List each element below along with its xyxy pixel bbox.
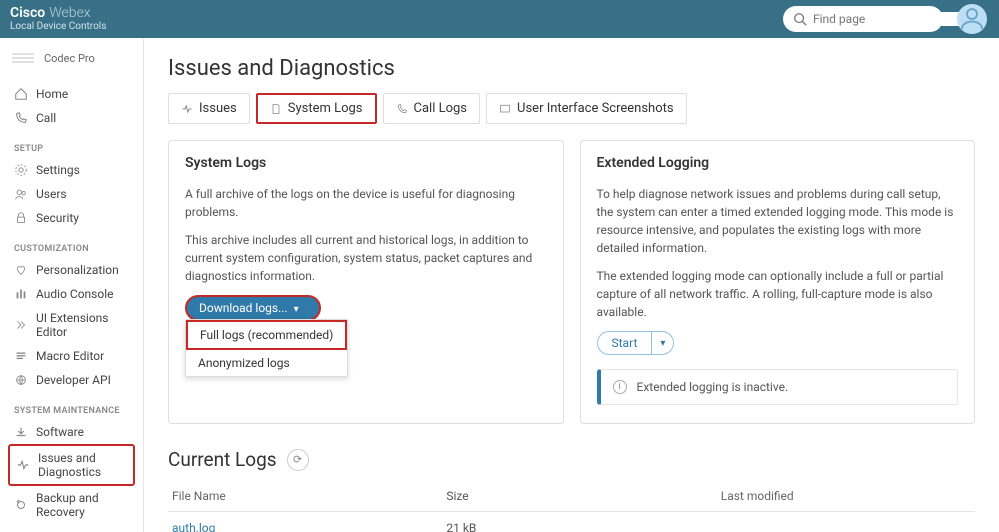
table-header-size: Size — [442, 481, 716, 512]
sidebar-item-label: Audio Console — [36, 287, 113, 301]
software-icon — [14, 425, 28, 439]
logs-table: File Name Size Last modified auth.log 21… — [168, 481, 975, 532]
avatar[interactable] — [957, 4, 987, 34]
brand-block: Cisco Webex Local Device Controls — [10, 6, 106, 32]
card-text: This archive includes all current and hi… — [185, 231, 547, 285]
diagnostics-icon — [16, 458, 30, 472]
call-log-icon — [396, 103, 408, 115]
sidebar-item-users[interactable]: Users — [8, 182, 135, 206]
search-box[interactable]: ? — [783, 6, 943, 32]
log-modified — [717, 512, 975, 532]
table-header-filename: File Name — [168, 481, 442, 512]
search-icon — [793, 12, 807, 26]
sidebar-item-home[interactable]: Home — [8, 82, 135, 106]
tab-label: Issues — [199, 101, 237, 116]
sidebar-item-label: Developer API — [36, 373, 111, 387]
brand-sub: Webex — [49, 6, 90, 21]
sidebar-heading-maintenance: SYSTEM MAINTENANCE — [14, 406, 135, 416]
dropdown-option-full-logs[interactable]: Full logs (recommended) — [186, 320, 347, 350]
system-logs-card: System Logs A full archive of the logs o… — [168, 140, 564, 424]
card-text: The extended logging mode can optionally… — [597, 267, 959, 321]
brand-main: Cisco — [10, 6, 45, 21]
card-text: To help diagnose network issues and prob… — [597, 185, 959, 257]
sidebar-item-label: Home — [36, 87, 68, 101]
status-banner: i Extended logging is inactive. — [597, 369, 959, 405]
tab-issues[interactable]: Issues — [168, 93, 250, 124]
sidebar-item-label: Issues and Diagnostics — [38, 451, 127, 479]
users-icon — [14, 187, 28, 201]
sidebar-item-label: Users — [36, 187, 67, 201]
tab-label: Call Logs — [414, 101, 468, 116]
device-name: Codec Pro — [44, 52, 95, 65]
gear-icon — [14, 163, 28, 177]
sidebar-item-label: Macro Editor — [36, 349, 104, 363]
card-title: System Logs — [185, 155, 547, 171]
log-size: 21 kB — [442, 512, 716, 532]
page-title: Issues and Diagnostics — [168, 56, 975, 81]
sidebar-item-label: Backup and Recovery — [36, 491, 129, 519]
sidebar-item-label: Personalization — [36, 263, 119, 277]
sidebar-item-label: Security — [36, 211, 79, 225]
table-header-modified: Last modified — [717, 481, 975, 512]
status-text: Extended logging is inactive. — [637, 380, 789, 394]
sidebar-heading-setup: SETUP — [14, 144, 135, 154]
tab-system-logs[interactable]: System Logs — [256, 93, 377, 124]
download-logs-button[interactable]: Download logs... — [185, 295, 321, 321]
pulse-icon — [181, 103, 193, 115]
download-logs-dropdown: Full logs (recommended) Anonymized logs — [185, 319, 348, 377]
sidebar-item-backup-recovery[interactable]: Backup and Recovery — [8, 486, 135, 524]
refresh-button[interactable]: ⟳ — [287, 449, 309, 471]
ui-icon — [14, 318, 28, 332]
sidebar-item-macro-editor[interactable]: Macro Editor — [8, 344, 135, 368]
lock-icon — [14, 211, 28, 225]
macro-icon — [14, 349, 28, 363]
sidebar-item-personalization[interactable]: Personalization — [8, 258, 135, 282]
screenshot-icon — [499, 103, 511, 115]
app-header: Cisco Webex Local Device Controls ? — [0, 0, 999, 38]
sidebar-item-software[interactable]: Software — [8, 420, 135, 444]
extended-logging-card: Extended Logging To help diagnose networ… — [580, 140, 976, 424]
main-content: Issues and Diagnostics Issues System Log… — [144, 38, 999, 532]
start-button[interactable]: Start — [597, 331, 653, 355]
call-icon — [14, 111, 28, 125]
dropdown-option-anonymized[interactable]: Anonymized logs — [186, 350, 347, 376]
info-icon: i — [613, 380, 627, 394]
card-title: Extended Logging — [597, 155, 959, 171]
sidebar-item-ui-extensions[interactable]: UI Extensions Editor — [8, 306, 135, 344]
log-link[interactable]: auth.log — [172, 521, 215, 532]
sidebar-item-label: Settings — [36, 163, 80, 177]
api-icon — [14, 373, 28, 387]
start-caret-button[interactable]: ▾ — [652, 331, 674, 355]
file-icon — [270, 103, 282, 115]
sidebar-heading-customization: CUSTOMIZATION — [14, 244, 135, 254]
tab-ui-screenshots[interactable]: User Interface Screenshots — [486, 93, 687, 124]
device-header: Codec Pro — [8, 44, 135, 72]
current-logs-heading: Current Logs ⟳ — [168, 448, 975, 471]
backup-icon — [14, 498, 28, 512]
heart-icon — [14, 263, 28, 277]
section-title-text: Current Logs — [168, 448, 277, 471]
brand-tagline: Local Device Controls — [10, 21, 106, 32]
sidebar-item-security[interactable]: Security — [8, 206, 135, 230]
search-input[interactable] — [813, 12, 969, 26]
sidebar-item-audio-console[interactable]: Audio Console — [8, 282, 135, 306]
sidebar-item-label: Software — [36, 425, 84, 439]
tab-label: System Logs — [288, 101, 363, 116]
sidebar-item-developer-api[interactable]: Developer API — [8, 368, 135, 392]
sidebar: Codec Pro Home Call SETUP Settings Users… — [0, 38, 144, 532]
tab-label: User Interface Screenshots — [517, 101, 674, 116]
card-text: A full archive of the logs on the device… — [185, 185, 547, 221]
sidebar-item-label: Call — [36, 111, 56, 125]
table-row: auth.log 21 kB — [168, 512, 975, 532]
tab-bar: Issues System Logs Call Logs User Interf… — [168, 93, 975, 124]
sidebar-item-call[interactable]: Call — [8, 106, 135, 130]
sidebar-item-label: UI Extensions Editor — [36, 311, 129, 339]
tab-call-logs[interactable]: Call Logs — [383, 93, 481, 124]
audio-icon — [14, 287, 28, 301]
sidebar-item-issues-diagnostics[interactable]: Issues and Diagnostics — [8, 444, 135, 486]
sidebar-item-settings[interactable]: Settings — [8, 158, 135, 182]
home-icon — [14, 87, 28, 101]
